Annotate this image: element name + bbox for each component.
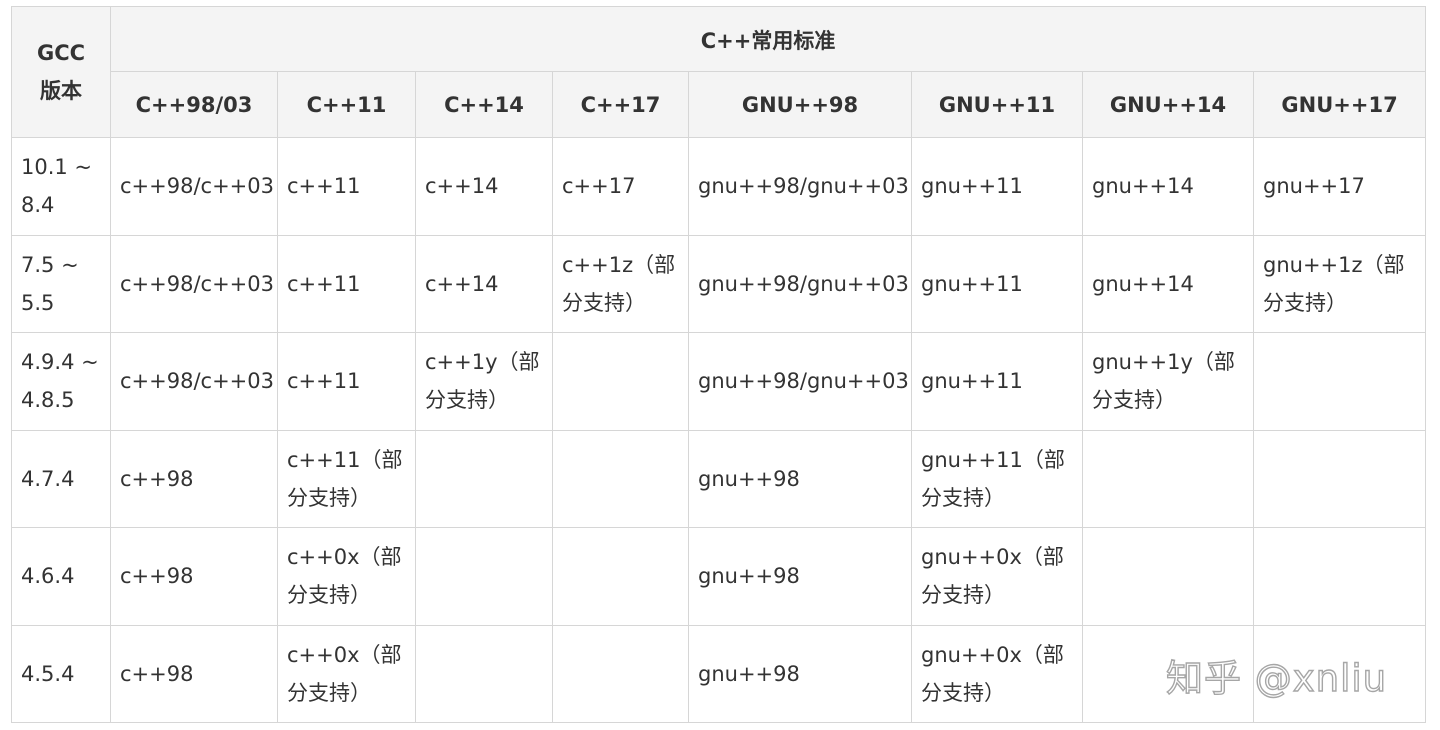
standard-flag-cell: gnu++1y（部 分支持） (1082, 332, 1254, 431)
column-header: C++98/03 (110, 71, 278, 138)
standard-flag-cell: gnu++98 (688, 429, 912, 528)
column-header: GNU++11 (911, 71, 1083, 138)
header-row-group: GCC 版本 C++常用标准 (11, 6, 1427, 138)
standard-flag-cell: c++0x（部 分支持） (277, 527, 416, 626)
standard-flag-cell: c++11（部 分支持） (277, 429, 416, 528)
standard-flag-cell (1252, 429, 1427, 528)
standard-flag-cell: gnu++98/gnu++03 (688, 137, 912, 236)
standard-flag-cell: c++14 (415, 234, 553, 333)
gcc-version-cell: 7.5 ~ 5.5 (11, 234, 111, 333)
standard-flag-cell (415, 429, 553, 528)
standard-flag-cell: gnu++98 (688, 527, 912, 626)
column-header: GNU++14 (1082, 71, 1254, 138)
table-row: 7.5 ~ 5.5 c++98/c++03 c++11 c++14 c++1z（部 分支… (11, 234, 1427, 333)
standard-flag-cell: gnu++14 (1082, 137, 1254, 236)
standard-flag-cell: c++98 (110, 527, 278, 626)
column-header: C++17 (552, 71, 689, 138)
standard-flag-cell: c++1z（部 分支持） (552, 234, 689, 333)
header-cpp-standards-group: C++常用标准 (109, 6, 1427, 72)
table-body: 10.1 ~ 8.4 c++98/c++03 c++11 c++14 c++17 gnu+… (11, 137, 1427, 723)
standard-flag-cell: gnu++0x（部 分支持） (911, 624, 1083, 723)
column-header: GNU++17 (1252, 71, 1427, 138)
standard-flag-cell: c++11 (277, 137, 416, 236)
standard-flag-cell (1082, 624, 1254, 723)
standard-flag-cell: c++0x（部 分支持） (277, 624, 416, 723)
standard-flag-cell: gnu++0x（部 分支持） (911, 527, 1083, 626)
gcc-version-cell: 4.9.4 ~ 4.8.5 (11, 332, 111, 431)
standard-flag-cell (552, 429, 689, 528)
standard-flag-cell (1252, 624, 1427, 723)
standard-flag-cell: c++11 (277, 332, 416, 431)
standard-flag-cell: c++98 (110, 624, 278, 723)
standard-flag-cell (415, 624, 553, 723)
standard-flag-cell (552, 332, 689, 431)
standard-flag-cell: gnu++1z（部 分支持） (1252, 234, 1427, 333)
standard-flag-cell: c++1y（部 分支持） (415, 332, 553, 431)
table-row: 4.7.4 c++98 c++11（部 分支持） gnu++98 gnu++11（部 分… (11, 429, 1427, 528)
standard-flag-cell: c++98/c++03 (110, 234, 278, 333)
table-row: 10.1 ~ 8.4 c++98/c++03 c++11 c++14 c++17 gnu+… (11, 137, 1427, 236)
column-header: C++11 (277, 71, 416, 138)
standard-flag-cell: c++17 (552, 137, 689, 236)
standard-flag-cell: gnu++11 (911, 332, 1083, 431)
standard-flag-cell: c++11 (277, 234, 416, 333)
header-gcc-version: GCC 版本 (11, 6, 111, 138)
standard-flag-cell: c++98/c++03 (110, 332, 278, 431)
column-header: GNU++98 (688, 71, 912, 138)
standard-flag-cell (552, 624, 689, 723)
standard-flag-cell (1082, 429, 1254, 528)
gcc-version-cell: 4.7.4 (11, 429, 111, 528)
standard-flag-cell: gnu++11 (911, 234, 1083, 333)
standard-flag-cell: c++14 (415, 137, 553, 236)
standard-flag-cell: gnu++11 (911, 137, 1083, 236)
column-header: C++14 (415, 71, 553, 138)
header-row-columns: C++98/03 C++11 C++14 C++17 GNU++98 GNU++… (12, 71, 1427, 138)
table-row: 4.5.4 c++98 c++0x（部 分支持） gnu++98 gnu++0x（部 分… (11, 624, 1427, 723)
gcc-cpp-standards-table: GCC 版本 C++常用标准 C++98/03 C++11 C++14 C++1… (11, 6, 1427, 723)
standard-flag-cell: c++98/c++03 (110, 137, 278, 236)
standard-flag-cell: gnu++17 (1252, 137, 1427, 236)
table-row: 4.6.4 c++98 c++0x（部 分支持） gnu++98 gnu++0x（部 分… (11, 527, 1427, 626)
gcc-version-cell: 4.5.4 (11, 624, 111, 723)
standard-flag-cell (1252, 332, 1427, 431)
standard-flag-cell (1082, 527, 1254, 626)
standard-flag-cell: gnu++98/gnu++03 (688, 234, 912, 333)
standard-flag-cell: gnu++98 (688, 624, 912, 723)
standard-flag-cell: gnu++14 (1082, 234, 1254, 333)
gcc-version-cell: 10.1 ~ 8.4 (11, 137, 111, 236)
standard-flag-cell (552, 527, 689, 626)
standard-flag-cell (1252, 527, 1427, 626)
standard-flag-cell: c++98 (110, 429, 278, 528)
standard-flag-cell: gnu++98/gnu++03 (688, 332, 912, 431)
table-row: 4.9.4 ~ 4.8.5 c++98/c++03 c++11 c++1y（部 分支持… (11, 332, 1427, 431)
standard-flag-cell (415, 527, 553, 626)
standard-flag-cell: gnu++11（部 分支持） (911, 429, 1083, 528)
gcc-version-cell: 4.6.4 (11, 527, 111, 626)
